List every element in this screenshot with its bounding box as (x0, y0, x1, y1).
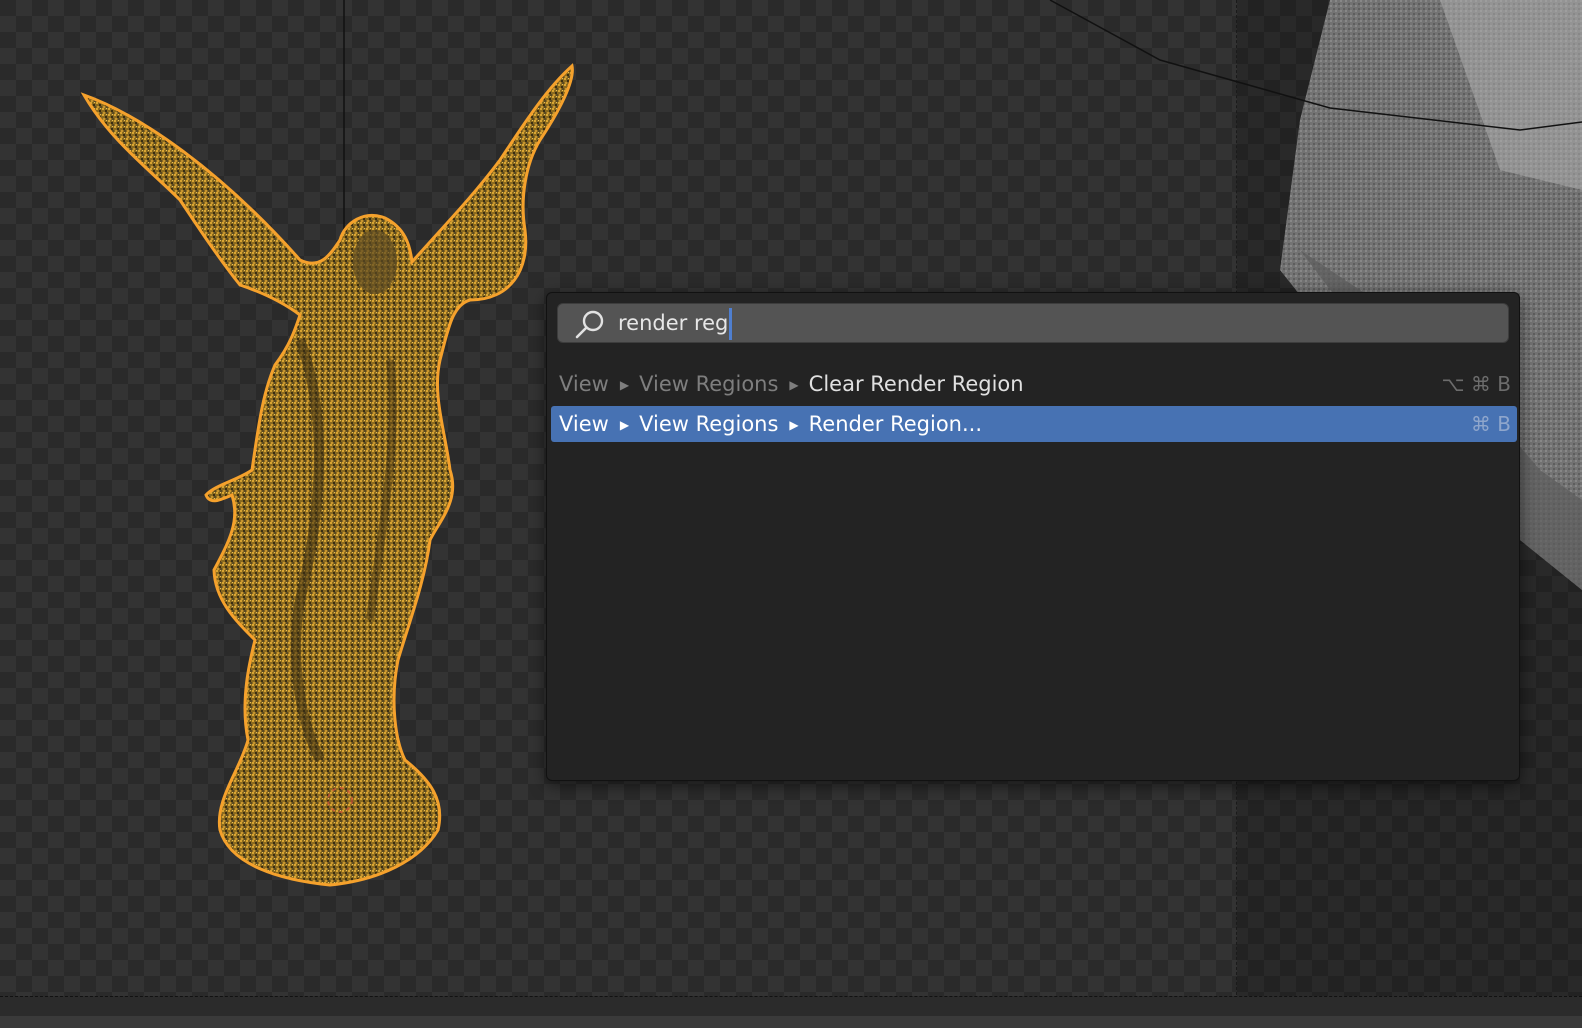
search-result-clear-render-region[interactable]: View ▶ View Regions ▶ Clear Render Region ⌥ … (551, 366, 1517, 402)
search-query-text: render reg (618, 304, 733, 342)
search-icon (575, 310, 604, 339)
selected-angel-statue (80, 63, 574, 887)
status-strip (0, 1016, 1582, 1028)
triangle-right-icon: ▶ (619, 378, 630, 392)
search-input[interactable]: render reg (557, 303, 1509, 343)
result-label: Render Region... (808, 412, 983, 436)
triangle-right-icon: ▶ (789, 378, 799, 392)
search-result-render-region[interactable]: View ▶ View Regions ▶ Render Region... ⌘ B (551, 406, 1517, 442)
result-path-part: View (559, 372, 609, 396)
result-path-part: View (559, 412, 609, 436)
result-path-part: View Regions (639, 372, 779, 396)
text-caret (729, 308, 733, 340)
result-path-part: View Regions (639, 412, 779, 436)
result-shortcut: ⌥ ⌘ B (1441, 372, 1511, 396)
triangle-right-icon: ▶ (789, 418, 799, 432)
result-label: Clear Render Region (808, 372, 1024, 396)
triangle-right-icon: ▶ (619, 418, 630, 432)
result-shortcut: ⌘ B (1470, 412, 1511, 436)
menu-search-popup: render reg View ▶ View Regions ▶ Clear Rende… (546, 292, 1520, 781)
3d-viewport[interactable]: render reg View ▶ View Regions ▶ Clear Rende… (0, 0, 1582, 1028)
